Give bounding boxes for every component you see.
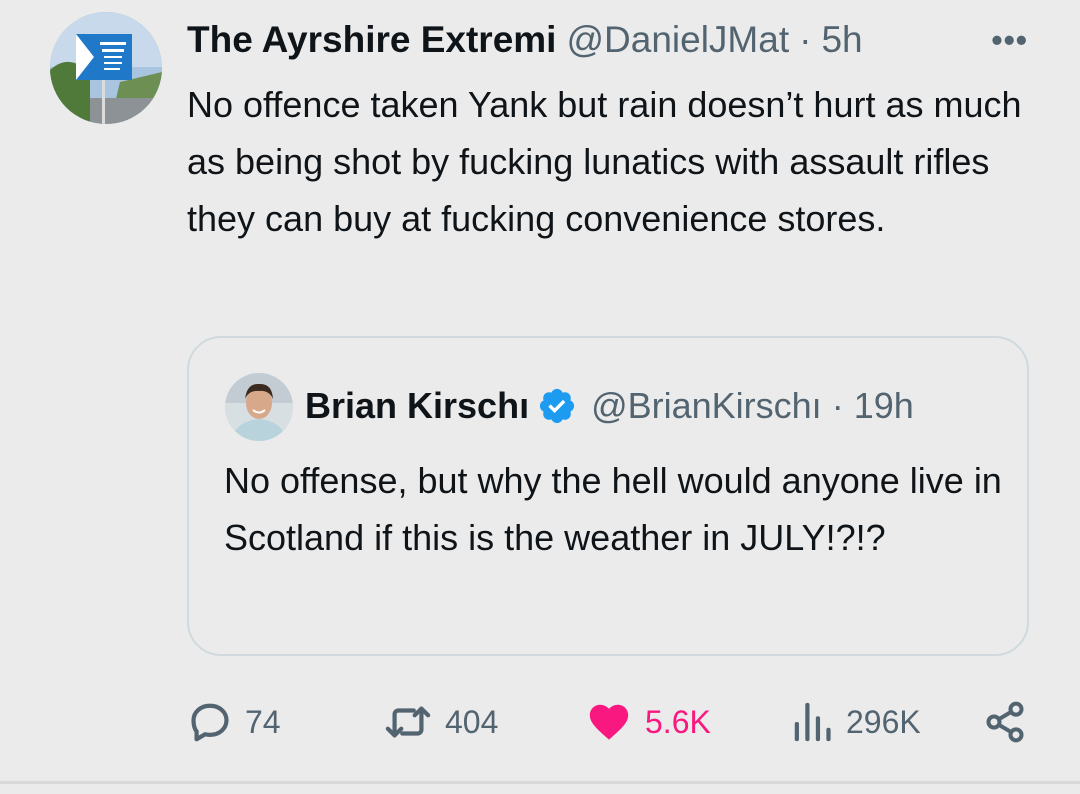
quoted-author-name: Brian Kirschı: [305, 385, 530, 426]
tweet-actions-bar: 74 404 5.6K 296K: [187, 694, 1032, 750]
quoted-tweet-header: Brian Kirschı @BrianKirschı · 19h: [305, 380, 1005, 432]
views-count: 296K: [846, 703, 921, 740]
quoted-tweet-time: 19h: [853, 385, 914, 426]
like-button[interactable]: 5.6K: [585, 694, 711, 750]
views-button[interactable]: 296K: [790, 694, 921, 750]
separator-dot: ·: [799, 19, 812, 60]
retweet-button[interactable]: 404: [383, 694, 498, 750]
quoted-separator-dot: ·: [831, 385, 844, 426]
reply-count: 74: [245, 703, 281, 740]
verified-badge-icon: [539, 388, 575, 424]
more-options-icon[interactable]: •••: [991, 14, 1028, 66]
tweet-time[interactable]: 5h: [821, 14, 862, 66]
retweet-count: 404: [445, 703, 499, 740]
like-count: 5.6K: [645, 703, 711, 740]
quoted-tweet-text: No offense, but why the hell would anyon…: [224, 460, 1002, 558]
quoted-tweet-card[interactable]: Brian Kirschı @BrianKirschı · 19h No off…: [187, 336, 1029, 656]
heart-icon: [589, 704, 629, 740]
tweet-text: No offence taken Yank but rain doesn’t h…: [187, 84, 1022, 239]
reply-icon: [191, 703, 229, 742]
quoted-author-handle: @BrianKirschı: [591, 385, 822, 426]
avatar-image: [50, 12, 162, 124]
divider: [0, 781, 1080, 784]
tweet[interactable]: The Ayrshire Extremi @DanielJMat · 5h ••…: [0, 0, 1080, 780]
author-handle[interactable]: @DanielJMat: [566, 14, 789, 66]
author-name[interactable]: The Ayrshire Extremi: [187, 14, 556, 66]
quoted-avatar-image: [225, 373, 293, 441]
share-icon: [986, 701, 1024, 743]
reply-button[interactable]: 74: [187, 694, 281, 750]
share-button[interactable]: [983, 694, 1027, 750]
quoted-author-avatar: [225, 373, 293, 441]
retweet-icon: [385, 706, 431, 738]
author-avatar[interactable]: [50, 12, 162, 124]
tweet-header: The Ayrshire Extremi @DanielJMat · 5h ••…: [187, 14, 1032, 66]
views-chart-icon: [794, 702, 831, 742]
